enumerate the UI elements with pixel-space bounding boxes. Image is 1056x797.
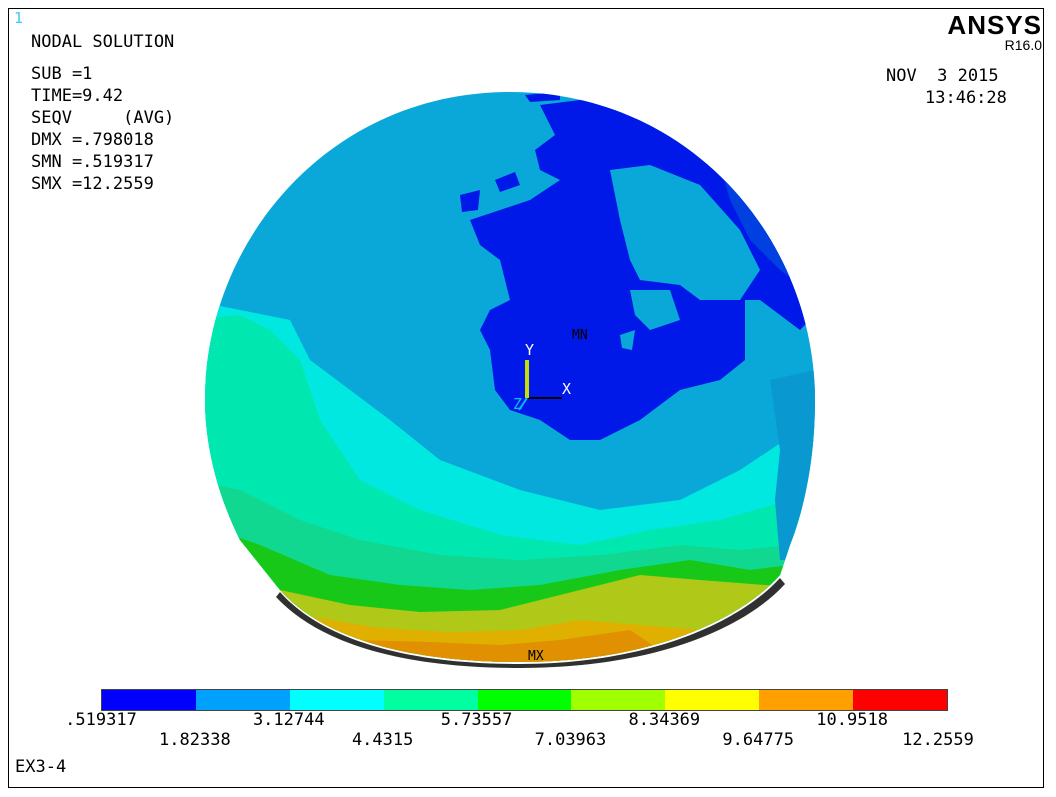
- triad-y-label: Y: [525, 341, 535, 359]
- legend-swatch: [383, 690, 478, 710]
- legend-value-top: 5.73557: [440, 710, 513, 730]
- triad-x-label: X: [562, 380, 572, 398]
- legend-swatch: [571, 690, 666, 710]
- max-marker: MX: [528, 649, 544, 664]
- legend-swatch: [665, 690, 760, 710]
- file-label: EX3-4: [15, 757, 67, 777]
- triad-z-label: Z: [513, 395, 523, 413]
- sphere-model: [205, 92, 815, 662]
- legend-swatch: [759, 690, 853, 710]
- legend-swatch: [477, 690, 572, 710]
- legend-value-top: 8.34369: [628, 710, 701, 730]
- legend-value-top: .519317: [65, 710, 137, 730]
- min-marker: MN: [572, 328, 588, 343]
- legend-value-top: 10.9518: [816, 710, 888, 730]
- legend-value-bottom: 1.82338: [159, 730, 231, 750]
- legend-swatch: [853, 690, 947, 710]
- legend-value-bottom: 4.4315: [351, 730, 414, 750]
- legend-value-bottom: 7.03963: [534, 730, 607, 750]
- legend-swatch: [195, 690, 290, 710]
- contour-plot[interactable]: [0, 0, 1056, 797]
- legend-value-top: 3.12744: [252, 710, 325, 730]
- contour-legend-bar: [101, 689, 948, 711]
- legend-swatch: [102, 690, 196, 710]
- legend-value-bottom: 9.64775: [722, 730, 795, 750]
- legend-swatch: [289, 690, 384, 710]
- legend-value-bottom: 12.2559: [902, 730, 974, 750]
